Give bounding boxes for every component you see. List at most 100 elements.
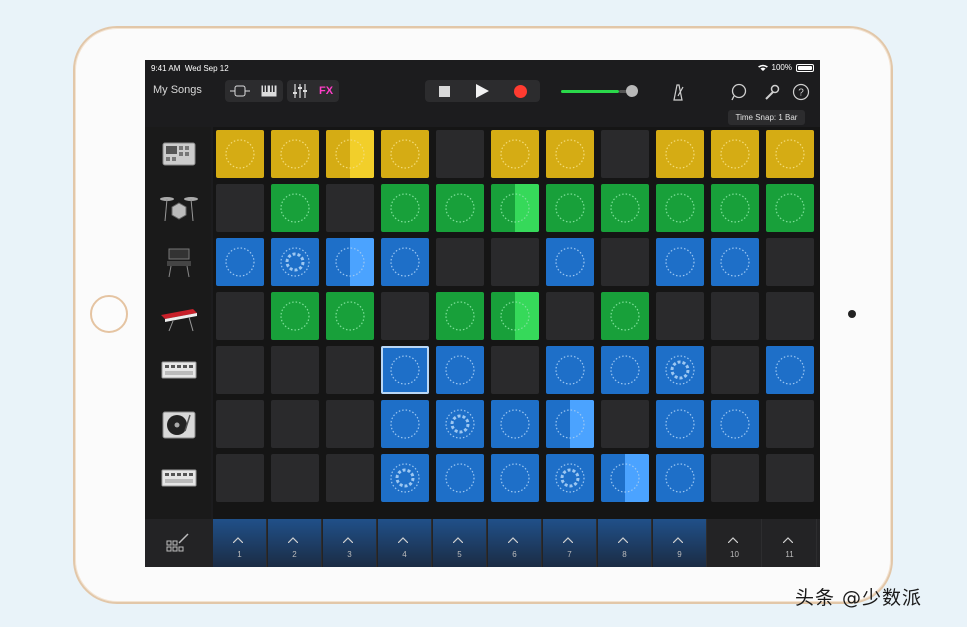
loop-cell-r7-c11[interactable]	[766, 454, 814, 502]
loop-cell-r2-c1[interactable]	[216, 184, 264, 232]
column-trigger-7[interactable]: 7	[543, 519, 597, 567]
master-volume-slider[interactable]	[561, 85, 638, 97]
loop-cell-r3-c2[interactable]	[271, 238, 319, 286]
stop-button[interactable]	[425, 80, 463, 102]
loop-cell-r1-c4[interactable]	[381, 130, 429, 178]
loop-cell-r2-c11[interactable]	[766, 184, 814, 232]
loop-cell-r4-c6[interactable]	[491, 292, 539, 340]
column-trigger-11[interactable]: 11	[763, 519, 817, 567]
loop-cell-r7-c6[interactable]	[491, 454, 539, 502]
volume-knob[interactable]	[626, 85, 638, 97]
loop-cell-r5-c4[interactable]	[381, 346, 429, 394]
instrument-sampler-7[interactable]	[153, 455, 205, 503]
loop-cell-r4-c2[interactable]	[271, 292, 319, 340]
loop-cell-r7-c1[interactable]	[216, 454, 264, 502]
loop-cell-r4-c4[interactable]	[381, 292, 429, 340]
loop-cell-r3-c11[interactable]	[766, 238, 814, 286]
instrument-view-button[interactable]	[254, 80, 283, 102]
loop-cell-r7-c2[interactable]	[271, 454, 319, 502]
instrument-turntable-6[interactable]	[153, 401, 205, 449]
loop-cell-r2-c2[interactable]	[271, 184, 319, 232]
loop-cell-r3-c8[interactable]	[601, 238, 649, 286]
loop-cell-r6-c11[interactable]	[766, 400, 814, 448]
loop-cell-r6-c10[interactable]	[711, 400, 759, 448]
instrument-drum-kit-2[interactable]	[153, 185, 205, 233]
edit-grid-icon[interactable]	[165, 531, 191, 555]
loop-cell-r7-c4[interactable]	[381, 454, 429, 502]
loop-cell-r2-c7[interactable]	[546, 184, 594, 232]
loop-cell-r3-c7[interactable]	[546, 238, 594, 286]
loop-cell-r1-c3[interactable]	[326, 130, 374, 178]
loop-cell-r6-c9[interactable]	[656, 400, 704, 448]
loop-cell-r3-c5[interactable]	[436, 238, 484, 286]
loop-cell-r2-c5[interactable]	[436, 184, 484, 232]
instrument-synth-keyboard-4[interactable]	[153, 293, 205, 341]
column-trigger-10[interactable]: 10	[708, 519, 762, 567]
loop-cell-r1-c5[interactable]	[436, 130, 484, 178]
loop-cell-r6-c1[interactable]	[216, 400, 264, 448]
column-trigger-5[interactable]: 5	[433, 519, 487, 567]
fx-button[interactable]: FX	[313, 80, 339, 102]
loop-cell-r7-c10[interactable]	[711, 454, 759, 502]
loop-cell-r7-c3[interactable]	[326, 454, 374, 502]
loop-cell-r2-c10[interactable]	[711, 184, 759, 232]
instrument-keyboard-stand-3[interactable]	[153, 239, 205, 287]
loop-cell-r2-c6[interactable]	[491, 184, 539, 232]
loop-cell-r7-c7[interactable]	[546, 454, 594, 502]
loop-cell-r5-c8[interactable]	[601, 346, 649, 394]
loop-cell-r5-c7[interactable]	[546, 346, 594, 394]
loop-cell-r5-c9[interactable]	[656, 346, 704, 394]
instrument-drum-machine-1[interactable]	[153, 131, 205, 179]
column-trigger-4[interactable]: 4	[378, 519, 432, 567]
loop-cell-r5-c1[interactable]	[216, 346, 264, 394]
loop-cell-r5-c2[interactable]	[271, 346, 319, 394]
loop-cell-r3-c4[interactable]	[381, 238, 429, 286]
metronome-icon[interactable]	[669, 83, 687, 101]
loop-cell-r1-c6[interactable]	[491, 130, 539, 178]
loop-cell-r6-c5[interactable]	[436, 400, 484, 448]
loop-cell-r3-c9[interactable]	[656, 238, 704, 286]
loop-cell-r6-c7[interactable]	[546, 400, 594, 448]
loop-cell-r6-c4[interactable]	[381, 400, 429, 448]
loop-cell-r6-c6[interactable]	[491, 400, 539, 448]
loop-cell-r5-c5[interactable]	[436, 346, 484, 394]
loop-cell-r2-c3[interactable]	[326, 184, 374, 232]
loop-cell-r6-c2[interactable]	[271, 400, 319, 448]
column-trigger-1[interactable]: 1	[213, 519, 267, 567]
loop-cell-r7-c9[interactable]	[656, 454, 704, 502]
loop-cell-r4-c3[interactable]	[326, 292, 374, 340]
loop-cell-r5-c11[interactable]	[766, 346, 814, 394]
time-snap-label[interactable]: Time Snap: 1 Bar	[728, 110, 805, 125]
loop-cell-r4-c7[interactable]	[546, 292, 594, 340]
my-songs-button[interactable]: My Songs	[153, 84, 202, 96]
play-button[interactable]	[463, 80, 501, 102]
home-button[interactable]	[90, 295, 128, 333]
loop-cell-r1-c7[interactable]	[546, 130, 594, 178]
loop-cell-r4-c1[interactable]	[216, 292, 264, 340]
loop-cell-r4-c9[interactable]	[656, 292, 704, 340]
loop-cell-r4-c10[interactable]	[711, 292, 759, 340]
loop-cell-r2-c8[interactable]	[601, 184, 649, 232]
loop-cell-r1-c10[interactable]	[711, 130, 759, 178]
loop-cell-r4-c5[interactable]	[436, 292, 484, 340]
column-trigger-3[interactable]: 3	[323, 519, 377, 567]
loop-cell-r1-c8[interactable]	[601, 130, 649, 178]
instrument-sampler-5[interactable]	[153, 347, 205, 395]
loop-cell-r4-c8[interactable]	[601, 292, 649, 340]
column-trigger-9[interactable]: 9	[653, 519, 707, 567]
loop-cell-r4-c11[interactable]	[766, 292, 814, 340]
tracks-view-button[interactable]	[225, 80, 254, 102]
loop-cell-r3-c10[interactable]	[711, 238, 759, 286]
loop-cell-r5-c3[interactable]	[326, 346, 374, 394]
loop-cell-r3-c3[interactable]	[326, 238, 374, 286]
loop-cell-r7-c5[interactable]	[436, 454, 484, 502]
loop-cell-r2-c4[interactable]	[381, 184, 429, 232]
loop-cell-r5-c6[interactable]	[491, 346, 539, 394]
settings-wrench-icon[interactable]	[763, 83, 781, 101]
help-icon[interactable]: ?	[792, 83, 810, 101]
record-button[interactable]	[501, 80, 539, 102]
loop-cell-r6-c3[interactable]	[326, 400, 374, 448]
loop-cell-r1-c11[interactable]	[766, 130, 814, 178]
column-trigger-6[interactable]: 6	[488, 519, 542, 567]
column-trigger-2[interactable]: 2	[268, 519, 322, 567]
